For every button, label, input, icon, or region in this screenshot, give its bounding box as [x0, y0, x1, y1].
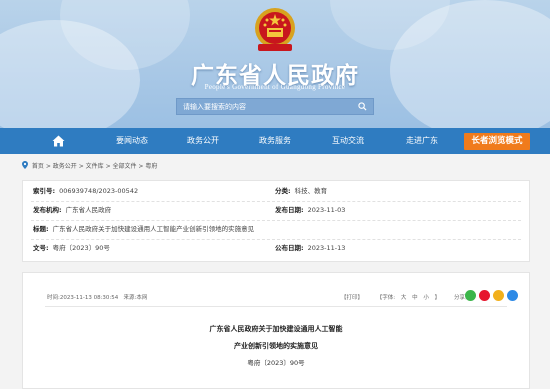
article-panel: 时间:2023-11-13 08:30:54 来源:本网 【打印】 【字体: 大…: [22, 272, 530, 389]
wechat-share-icon[interactable]: [465, 290, 476, 301]
nav-item-interaction[interactable]: 互动交流: [318, 128, 378, 154]
print-button[interactable]: 【打印】: [341, 295, 363, 301]
breadcrumb-item-yuefu[interactable]: 粤府: [145, 163, 157, 170]
qq-share-icon[interactable]: [507, 290, 518, 301]
article-time: 时间:2023-11-13 08:30:54: [47, 295, 119, 301]
meta-title: 标题: 广东省人民政府关于加快建设通用人工智能产业创新引领地的实施意见: [33, 225, 255, 233]
divider: [31, 239, 521, 240]
font-small-button[interactable]: 小: [423, 295, 429, 301]
breadcrumb-item-gov-affairs[interactable]: 政务公开: [53, 163, 77, 170]
meta-issue-date: 发布日期: 2023-11-03: [275, 206, 346, 214]
site-subtitle: People's Government of Guangdong Provinc…: [204, 83, 346, 91]
nav-item-news[interactable]: 要闻动态: [102, 128, 162, 154]
breadcrumb: 首页 > 政务公开 > 文件库 > 全部文件 > 粤府: [22, 161, 157, 171]
meta-issuer: 发布机构: 广东省人民政府: [33, 206, 112, 214]
font-size-label: 【字体:: [376, 295, 396, 301]
meta-category: 分类: 科技、教育: [275, 187, 328, 195]
home-icon[interactable]: [52, 135, 65, 147]
search-icon[interactable]: [358, 102, 367, 111]
divider: [31, 220, 521, 221]
search-box[interactable]: 请输入要搜索的内容: [176, 98, 374, 115]
nav-item-gov-affairs[interactable]: 政务公开: [173, 128, 233, 154]
location-pin-icon: [22, 161, 28, 169]
divider: [31, 201, 521, 202]
article-tools: 【打印】 【字体: 大 中 小 】 分享到:: [341, 293, 476, 301]
breadcrumb-item-file-library[interactable]: 文件库: [86, 163, 104, 170]
article-source: 来源:本网: [123, 295, 148, 301]
header-banner: 广东省人民政府 People's Government of Guangdong…: [0, 0, 550, 128]
national-emblem-icon: [255, 8, 295, 51]
font-large-button[interactable]: 大: [401, 295, 407, 301]
search-input[interactable]: 请输入要搜索的内容: [183, 102, 246, 112]
meta-index-no: 索引号: 006939748/2023-00542: [33, 187, 139, 195]
meta-doc-no: 文号: 粤府〔2023〕90号: [33, 244, 110, 252]
qzone-share-icon[interactable]: [493, 290, 504, 301]
font-medium-button[interactable]: 中: [412, 295, 418, 301]
meta-publish-date: 公布日期: 2023-11-13: [275, 244, 346, 252]
nav-item-about-guangdong[interactable]: 走进广东: [392, 128, 452, 154]
elder-mode-button[interactable]: 长者浏览模式: [464, 133, 530, 150]
breadcrumb-item-all-files[interactable]: 全部文件: [113, 163, 137, 170]
article-heading-line-1: 广东省人民政府关于加快建设通用人工智能: [209, 325, 343, 333]
nav-item-gov-services[interactable]: 政务服务: [245, 128, 305, 154]
article-doc-no: 粤府〔2023〕90号: [247, 359, 305, 367]
divider: [45, 306, 507, 307]
document-meta-panel: 索引号: 006939748/2023-00542 分类: 科技、教育 发布机构: 广…: [22, 180, 530, 262]
breadcrumb-item-home[interactable]: 首页: [32, 163, 44, 170]
article-info: 时间:2023-11-13 08:30:54 来源:本网: [47, 293, 147, 301]
font-size-close: 】: [434, 295, 441, 301]
article-heading-line-2: 产业创新引领地的实施意见: [234, 342, 318, 350]
weibo-share-icon[interactable]: [479, 290, 490, 301]
